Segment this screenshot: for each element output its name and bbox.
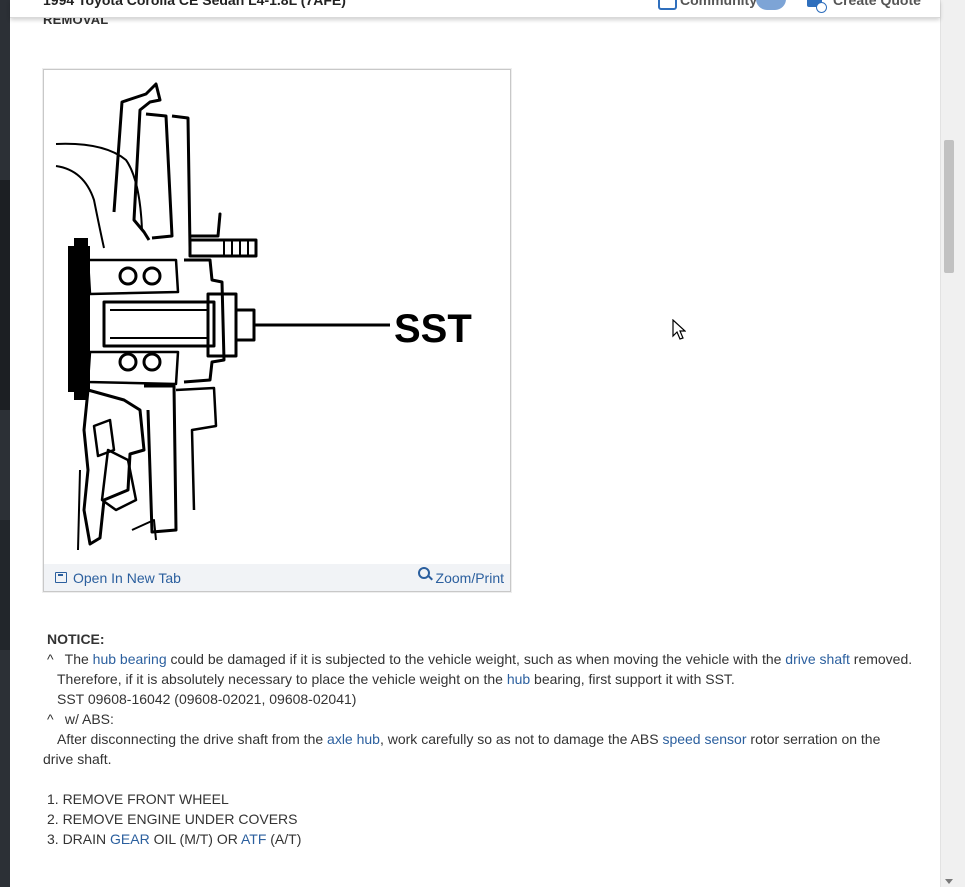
speed-sensor-link[interactable]: speed sensor [662, 731, 746, 747]
washer [234, 308, 256, 342]
lower-knuckle [82, 388, 146, 546]
top-header-bar: 1994 Toyota Corolla CE Sedan L4-1.8L (7A… [10, 0, 940, 18]
hub-link[interactable]: hub [507, 671, 530, 687]
bolt-threads [223, 240, 249, 256]
notice-text: drive shaft. [43, 751, 112, 767]
notice-text: , work carefully so as not to damage the… [379, 731, 663, 747]
lower-bracket [175, 386, 218, 511]
background-strip [0, 0, 10, 887]
strut-plate [145, 112, 174, 240]
axle-shaft-inner [110, 309, 208, 339]
community-link[interactable]: Community [680, 0, 757, 8]
plus-icon [816, 2, 827, 13]
bearing-race [86, 258, 180, 296]
vehicle-title: 1994 Toyota Corolla CE Sedan L4-1.8L (7A… [43, 0, 346, 8]
community-count-badge [756, 0, 786, 10]
atf-link[interactable]: ATF [241, 831, 266, 847]
zoom-icon[interactable] [418, 567, 430, 579]
notice-paragraph: After disconnecting the drive shaft from… [43, 729, 933, 749]
axle-hub-link[interactable]: axle hub [327, 731, 380, 747]
notice-paragraph: ^ w/ ABS: [43, 709, 933, 729]
chat-icon[interactable] [658, 0, 677, 10]
rotor-hat [68, 246, 90, 392]
sst-part-numbers: SST 09608-16042 (09608-02021, 09608-0204… [57, 691, 357, 707]
figure-toolbar: Open In New Tab Zoom/Print [44, 564, 510, 591]
bearing-ball [142, 266, 162, 286]
knuckle-curve [55, 142, 143, 231]
background-shade [0, 180, 10, 410]
scrollbar-thumb[interactable] [944, 140, 954, 273]
step-text: (A/T) [266, 831, 302, 847]
notice-paragraph: ^ The hub bearing could be damaged if it… [43, 649, 933, 669]
strut-plate [171, 114, 192, 249]
notice-text: Therefore, if it is absolutely necessary… [57, 671, 507, 687]
drive-shaft-link[interactable]: drive shaft [785, 651, 850, 667]
axle-shaft [102, 300, 216, 348]
step-item: 1. REMOVE FRONT WHEEL [47, 791, 229, 807]
sst-callout-label: SST [394, 307, 472, 351]
step-text: OIL (M/T) OR [149, 831, 241, 847]
notice-text: bearing, first support it with SST. [530, 671, 735, 687]
document-window: 1994 Toyota Corolla CE Sedan L4-1.8L (7A… [10, 0, 965, 887]
lower-bolt [92, 418, 116, 458]
notice-text: could be damaged if it is subjected to t… [166, 651, 786, 667]
notice-text: After disconnecting the drive shaft from… [57, 731, 328, 747]
bullet-marker: ^ [47, 651, 54, 667]
hub-housing [183, 258, 226, 384]
procedure-text: NOTICE: ^ The hub bearing could be damag… [43, 629, 933, 849]
scroll-down-arrow-icon[interactable] [945, 879, 953, 884]
step-item: 2. REMOVE ENGINE UNDER COVERS [47, 811, 298, 827]
gear-link[interactable]: GEAR [110, 831, 150, 847]
step-text: 3. DRAIN [47, 831, 111, 847]
bearing-ball [118, 266, 138, 286]
create-quote-link[interactable]: Create Quote [833, 0, 921, 8]
notice-text: The [64, 651, 93, 667]
cursor-icon [672, 319, 686, 340]
hub-bolt [190, 212, 222, 238]
notice-text: rotor serration on the [746, 731, 881, 747]
notice-text: removed. [849, 651, 913, 667]
step-item: 3. DRAIN GEAR OIL (M/T) OR ATF (A/T) [43, 829, 933, 849]
vertical-scrollbar[interactable] [940, 0, 965, 887]
abs-heading: w/ ABS: [64, 711, 114, 727]
figure-card: SST Open In New Tab Zoom/Print [43, 69, 511, 592]
bearing-ball [118, 352, 138, 372]
background-shade [0, 520, 10, 650]
zoom-print-link[interactable]: Zoom/Print [436, 570, 504, 586]
open-in-new-tab-link[interactable]: Open In New Tab [73, 570, 181, 586]
bullet-marker: ^ [47, 711, 54, 727]
rotor-hat [74, 388, 88, 400]
hub-bearing-link[interactable]: hub bearing [93, 651, 167, 667]
notice-heading: NOTICE: [47, 631, 105, 647]
notice-paragraph: Therefore, if it is absolutely necessary… [43, 669, 933, 689]
knuckle-outline [112, 82, 162, 241]
rotor-hat [74, 238, 88, 250]
hub-bearing-diagram: SST [55, 82, 472, 551]
knuckle-curve [55, 165, 105, 249]
bearing-ball [142, 352, 162, 372]
rotor-edge [77, 469, 81, 551]
open-new-tab-icon[interactable] [55, 572, 67, 583]
lower-bracket [144, 384, 178, 534]
